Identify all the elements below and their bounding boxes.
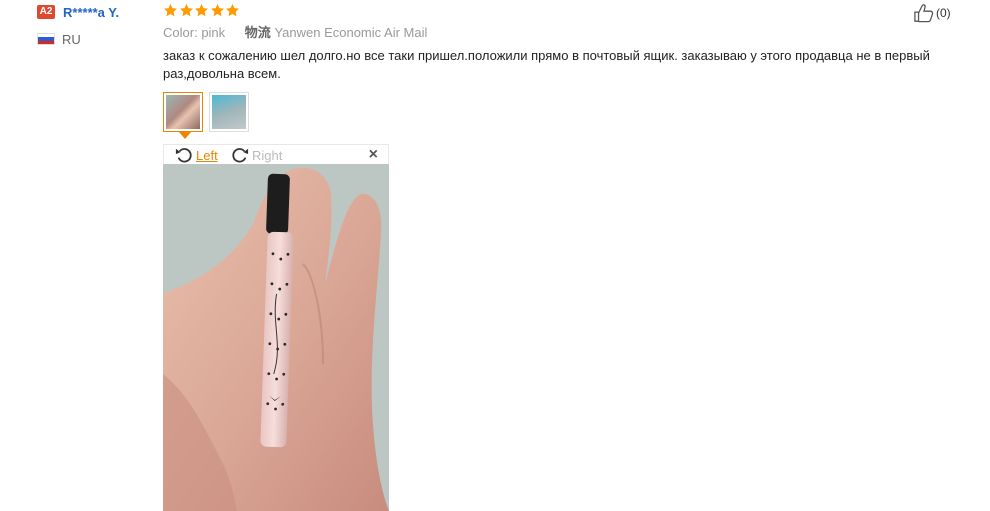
- photo-thumbnail-2[interactable]: [209, 92, 249, 132]
- review-photo: [163, 164, 389, 511]
- star-icon: [225, 3, 240, 18]
- order-meta: Color: pink 物流 Yanwen Economic Air Mail: [163, 24, 953, 42]
- color-label: Color:: [163, 25, 198, 40]
- photo-thumbnail-1[interactable]: [163, 92, 203, 139]
- thumbnail-image: [166, 95, 200, 129]
- rotate-right-button[interactable]: Right: [230, 146, 282, 164]
- star-rating: [163, 0, 953, 20]
- like-count: (0): [936, 6, 951, 20]
- rotate-left-icon: [175, 148, 192, 163]
- close-icon[interactable]: ×: [369, 146, 378, 164]
- reviewer-info: A2 R*****a Y. RU: [37, 3, 157, 47]
- level-badge: A2: [37, 5, 55, 19]
- rotate-left-button[interactable]: Left: [174, 146, 218, 164]
- viewer-toolbar: Left Right ×: [163, 144, 389, 164]
- country-code: RU: [62, 31, 81, 47]
- review-text: заказ к сожалению шел долго.но все таки …: [163, 48, 930, 81]
- photo-thumbnails: [163, 92, 953, 139]
- rotate-left-label[interactable]: Left: [196, 148, 218, 163]
- reviewer-name[interactable]: R*****a Y.: [63, 5, 119, 20]
- country-row: RU: [37, 31, 157, 47]
- flag-ru-icon: [37, 33, 55, 45]
- shipping-label: 物流: [244, 25, 271, 40]
- thumbnail-image: [212, 95, 246, 129]
- star-icon: [179, 3, 194, 18]
- star-icon: [194, 3, 209, 18]
- rotate-right-label[interactable]: Right: [252, 148, 282, 163]
- reviewer-row: A2 R*****a Y.: [37, 3, 157, 21]
- like-control[interactable]: (0): [913, 3, 951, 23]
- star-icon: [210, 3, 225, 18]
- color-value: pink: [201, 25, 226, 40]
- photo-hand-with-eyeliner: [163, 164, 389, 511]
- thumbs-up-icon[interactable]: [913, 3, 935, 23]
- star-icon: [163, 3, 178, 18]
- rotate-right-icon: [232, 148, 249, 163]
- photo-viewer: Left Right ×: [163, 144, 389, 511]
- review-content: Color: pink 物流 Yanwen Economic Air Mail …: [163, 0, 953, 139]
- active-thumb-caret: [179, 132, 191, 139]
- shipping-value: Yanwen Economic Air Mail: [274, 25, 428, 40]
